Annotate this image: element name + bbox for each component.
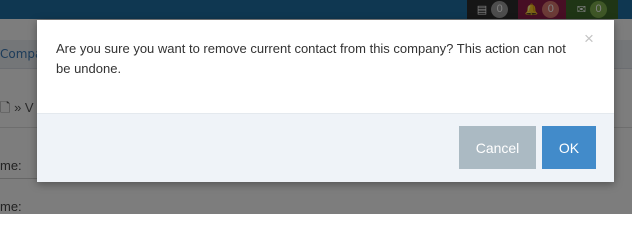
dialog-message: Are you sure you want to remove current … [56, 41, 566, 76]
dialog-footer: Cancel OK [37, 113, 614, 182]
ok-button[interactable]: OK [542, 126, 596, 169]
dialog-body: Are you sure you want to remove current … [37, 20, 614, 113]
cancel-button[interactable]: Cancel [459, 126, 536, 169]
close-icon[interactable]: × [582, 30, 596, 47]
confirm-dialog: Are you sure you want to remove current … [37, 20, 614, 182]
